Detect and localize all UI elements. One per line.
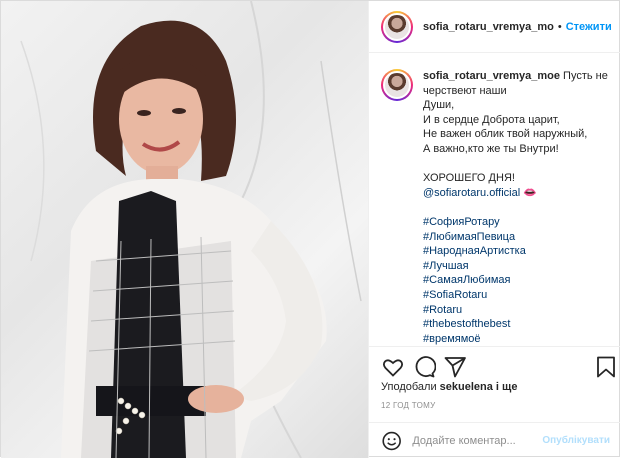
- lips-emoji-icon: 👄: [523, 186, 537, 199]
- post-caption: sofia_rotaru_vremya_moe Пусть не черстве…: [381, 69, 617, 346]
- caption-greeting: ХОРОШЕГО ДНЯ!: [423, 172, 515, 185]
- caption-first-line: Пусть не: [563, 70, 608, 82]
- avatar[interactable]: [381, 10, 413, 43]
- caption-avatar[interactable]: [381, 69, 413, 101]
- separator-dot: •: [557, 20, 562, 33]
- publish-button[interactable]: Опублікувати: [542, 435, 610, 446]
- hashtag-link[interactable]: #ЛюбимаяПевица: [423, 230, 608, 245]
- hashtag-link[interactable]: #НароднаяАртистка: [423, 244, 608, 259]
- likes-prefix: Уподобали: [381, 381, 437, 393]
- comment-icon[interactable]: [412, 355, 436, 379]
- post-header: sofia_rotaru_vremya_mo • Стежити: [369, 1, 620, 53]
- caption-line: Не важен облик твой наружный,: [423, 128, 588, 141]
- caption-line: Души,: [423, 99, 455, 112]
- likes-more-link[interactable]: і ще: [496, 381, 518, 393]
- post-side-panel: sofia_rotaru_vremya_mo • Стежити sofia_r…: [368, 1, 620, 458]
- comment-input[interactable]: [412, 434, 543, 447]
- caption-line: А важно,кто же ты Внутри!: [423, 142, 559, 155]
- caption-text: sofia_rotaru_vremya_moe Пусть не черстве…: [423, 69, 608, 346]
- bookmark-icon[interactable]: [594, 355, 618, 379]
- mention-link[interactable]: @sofiarotaru.official: [423, 187, 520, 199]
- header-username[interactable]: sofia_rotaru_vremya_mo: [423, 21, 554, 33]
- comment-box: Опублікувати: [369, 422, 620, 458]
- share-icon[interactable]: [443, 355, 467, 379]
- likes-summary: Уподобали sekuelena і ще: [381, 381, 517, 393]
- hashtag-link[interactable]: #SofiaRotaru: [423, 288, 608, 303]
- emoji-icon[interactable]: [381, 430, 402, 452]
- hashtag-link[interactable]: #Rotaru: [423, 303, 608, 318]
- hashtag-link[interactable]: #СофияРотару: [423, 215, 608, 230]
- instagram-post: sofia_rotaru_vremya_mo • Стежити sofia_r…: [0, 0, 620, 458]
- hashtag-link[interactable]: #СамаяЛюбимая: [423, 273, 608, 288]
- hashtag-link[interactable]: #Лучшая: [423, 259, 608, 274]
- post-timestamp[interactable]: 12 ГОД ТОМУ: [381, 401, 436, 410]
- likes-user-link[interactable]: sekuelena: [440, 381, 493, 393]
- hashtag-link[interactable]: #времямоё: [423, 332, 608, 347]
- post-photo[interactable]: [1, 1, 368, 458]
- portrait-image: [20, 1, 362, 458]
- hashtag-link[interactable]: #thebestofthebest: [423, 317, 608, 332]
- heart-icon[interactable]: [381, 355, 405, 379]
- caption-line: И в сердце Доброта царит,: [423, 113, 560, 126]
- follow-button[interactable]: Стежити: [566, 21, 612, 33]
- caption-line: черствеют наши: [423, 84, 507, 97]
- caption-username[interactable]: sofia_rotaru_vremya_moe: [423, 70, 560, 82]
